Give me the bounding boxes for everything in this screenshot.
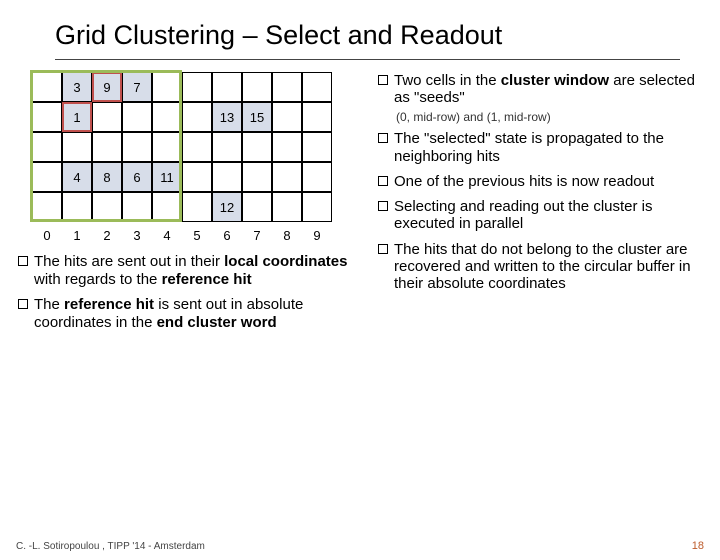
column-label: 9 [302,228,332,243]
checkbox-icon [378,201,388,211]
grid-cell-value: 7 [122,72,152,102]
checkbox-icon [378,75,388,85]
grid-cell [182,102,212,132]
grid-cell [272,102,302,132]
grid-cell-value: 9 [92,72,122,102]
grid-cell [32,162,62,192]
grid-cell [32,72,62,102]
content-area: 397113154861112 0123456789 The hits are … [0,72,720,340]
bullet-item: The hits are sent out in their local coo… [18,253,378,288]
grid-cell [302,192,332,222]
checkbox-icon [378,176,388,186]
grid-cell [122,192,152,222]
grid-cell [62,132,92,162]
bullet-item: Selecting and reading out the cluster is… [378,198,698,233]
grid-cell [92,132,122,162]
bullet-item: The reference hit is sent out in absolut… [18,296,378,331]
checkbox-icon [378,133,388,143]
grid-cell [212,72,242,102]
grid-cell [212,132,242,162]
column-label: 2 [92,228,122,243]
grid-cell [92,192,122,222]
grid-cell [182,72,212,102]
bullet-text: One of the previous hits is now readout [394,173,654,190]
grid-cell [302,72,332,102]
grid-cell [32,132,62,162]
grid-cell [242,192,272,222]
grid-cell-value: 13 [212,102,242,132]
checkbox-icon [18,256,28,266]
grid-cell-value: 11 [152,162,182,192]
grid-cell [32,192,62,222]
grid-cell-value: 6 [122,162,152,192]
grid-cell [272,72,302,102]
bullet-text: The hits are sent out in their local coo… [34,253,378,288]
grid-cell-value: 4 [62,162,92,192]
column-label: 8 [272,228,302,243]
bullet-item: One of the previous hits is now readout [378,173,698,190]
grid-cell [92,102,122,132]
grid-cell [152,102,182,132]
bullet-text: The hits that do not belong to the clust… [394,241,698,293]
grid-cell [122,102,152,132]
slide-title: Grid Clustering – Select and Readout [55,20,700,51]
title-underline [55,59,680,60]
grid-cell [122,132,152,162]
grid-cell-value: 8 [92,162,122,192]
left-column: 397113154861112 0123456789 The hits are … [18,72,378,340]
column-label: 3 [122,228,152,243]
bullet-item: Two cells in the cluster window are sele… [378,72,698,107]
grid-cell-value: 12 [212,192,242,222]
bullet-item: The hits that do not belong to the clust… [378,241,698,293]
grid-cell [62,192,92,222]
bullet-text: Selecting and reading out the cluster is… [394,198,698,233]
column-labels: 0123456789 [32,228,378,243]
page-number: 18 [692,540,704,552]
grid-cell [242,162,272,192]
bullet-text: The "selected" state is propagated to th… [394,130,698,165]
column-label: 4 [152,228,182,243]
grid-cell [152,132,182,162]
grid-cell [212,162,242,192]
grid-cell [302,162,332,192]
checkbox-icon [18,299,28,309]
grid-cell-value: 1 [62,102,92,132]
left-bullets: The hits are sent out in their local coo… [18,253,378,332]
cluster-grid: 3971 1315 48611 12 [32,72,332,222]
bullet-subtext: (0, mid-row) and (1, mid-row) [396,111,698,125]
grid-cell [182,132,212,162]
grid-cell [302,102,332,132]
column-label: 1 [62,228,92,243]
column-label: 0 [32,228,62,243]
grid-cell [152,192,182,222]
grid-cell-value: 3 [62,72,92,102]
grid-cell [272,192,302,222]
checkbox-icon [378,244,388,254]
grid-cell [182,192,212,222]
column-label: 5 [182,228,212,243]
grid-cell [182,162,212,192]
bullet-text: Two cells in the cluster window are sele… [394,72,698,107]
grid-cell [302,132,332,162]
grid-cell [242,132,272,162]
footer-citation: C. -L. Sotiropoulou , TIPP '14 - Amsterd… [16,541,205,552]
column-label: 7 [242,228,272,243]
grid-cell [272,162,302,192]
grid-cell [242,72,272,102]
right-bullets: Two cells in the cluster window are sele… [378,72,698,340]
grid-cell-value: 15 [242,102,272,132]
column-label: 6 [212,228,242,243]
grid-cell [32,102,62,132]
grid-cell [272,132,302,162]
bullet-text: The reference hit is sent out in absolut… [34,296,378,331]
grid-cell [152,72,182,102]
bullet-item: The "selected" state is propagated to th… [378,130,698,165]
